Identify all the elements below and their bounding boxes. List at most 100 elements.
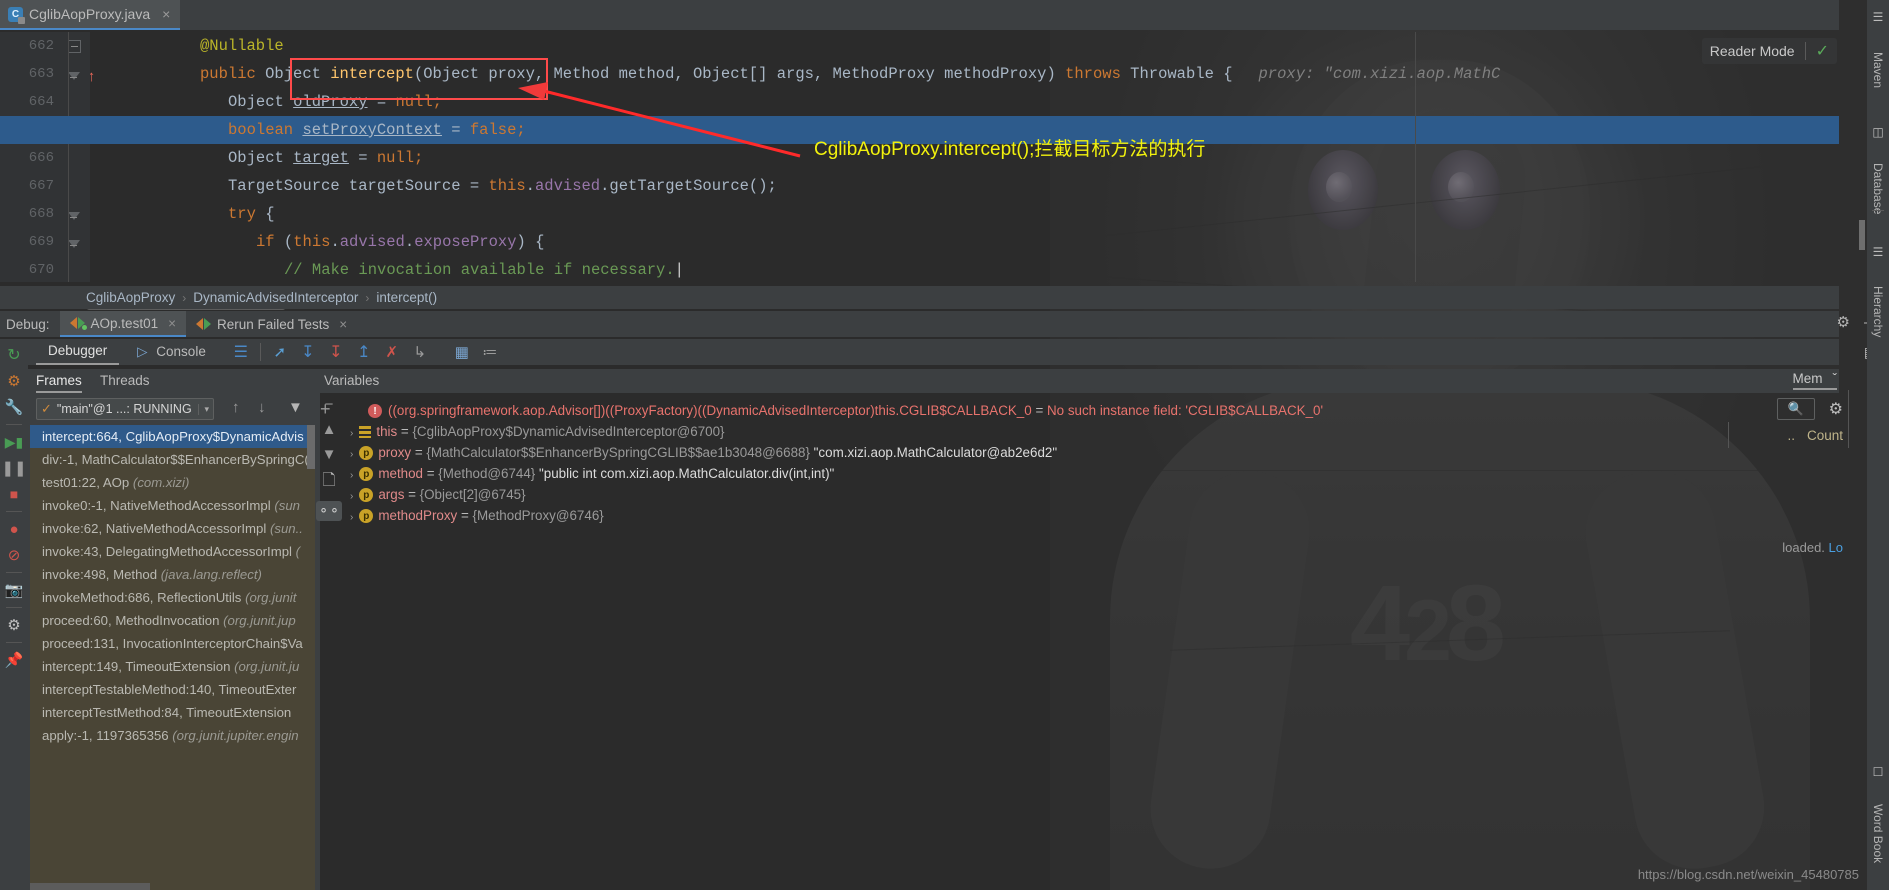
step-into-icon[interactable]: ↧ xyxy=(299,343,317,361)
editor-vertical-scrollbar[interactable] xyxy=(1859,220,1865,250)
chevron-down-icon[interactable]: ▾ xyxy=(198,403,209,415)
wordbook-icon[interactable]: ☐ xyxy=(1867,760,1889,784)
chevron-right-icon[interactable]: › xyxy=(350,449,353,460)
editor-tab-cglibaopproxy[interactable]: C CglibAopProxy.java × xyxy=(0,0,181,30)
rerun-button[interactable]: ↻ xyxy=(3,343,25,367)
scroll-up-button[interactable]: ▲ xyxy=(322,421,337,438)
breadcrumb-item-class[interactable]: CglibAopProxy xyxy=(86,290,175,305)
frames-list[interactable]: intercept:664, CglibAopProxy$DynamicAdvi… xyxy=(30,425,315,890)
gear-icon[interactable]: ⚙ xyxy=(1837,313,1850,331)
frame-list-item[interactable]: invoke:498, Method (java.lang.reflect) xyxy=(30,563,315,586)
force-step-into-icon[interactable]: ↧ xyxy=(327,343,345,361)
frame-list-item[interactable]: invoke:43, DelegatingMethodAccessorImpl … xyxy=(30,540,315,563)
drop-frame-icon[interactable]: ✗ xyxy=(383,343,401,361)
frame-list-item[interactable]: apply:-1, 1197365356 (org.junit.jupiter.… xyxy=(30,724,315,747)
variable-row-this[interactable]: › this = {CglibAopProxy$DynamicAdvisedInt… xyxy=(350,421,725,442)
fold-try-icon[interactable] xyxy=(68,212,81,225)
fold-if-icon[interactable] xyxy=(68,240,81,253)
chevron-right-icon[interactable]: › xyxy=(350,470,353,481)
breadcrumb[interactable]: CglibAopProxy › DynamicAdvisedIntercepto… xyxy=(0,286,1839,309)
column-count[interactable]: Count xyxy=(1807,428,1843,443)
tool-button-hierarchy[interactable]: Hierarchy xyxy=(1867,264,1889,360)
breadcrumb-item-inner-class[interactable]: DynamicAdvisedInterceptor xyxy=(193,290,358,305)
frame-list-item[interactable]: invoke:62, NativeMethodAccessorImpl (sun… xyxy=(30,517,315,540)
settings-gear-button[interactable]: ⚙ xyxy=(3,613,25,637)
hierarchy-icon[interactable]: ☰ xyxy=(1867,240,1889,264)
remove-button[interactable]: − xyxy=(325,396,334,413)
mute-breakpoints-icon[interactable]: ≔ xyxy=(481,343,499,361)
debug-session-tab-rerun-failed[interactable]: Rerun Failed Tests × xyxy=(186,311,357,337)
tab-frames[interactable]: Frames xyxy=(36,369,82,393)
tool-button-word-book[interactable]: Word Book xyxy=(1867,784,1889,884)
variable-row-methodproxy[interactable]: › p methodProxy = {MethodProxy@6746} xyxy=(350,505,604,526)
thread-selector[interactable]: ✓ "main"@1 ...: RUNNING ▾ xyxy=(36,398,214,420)
code-folding-column[interactable] xyxy=(62,32,90,282)
pause-program-button[interactable]: ❚❚ xyxy=(1,456,26,480)
variable-error-row[interactable]: ! ((org.springframework.aop.Advisor[])((P… xyxy=(368,400,1323,421)
tab-threads[interactable]: Threads xyxy=(100,369,150,393)
frame-list-item[interactable]: intercept:149, TimeoutExtension (org.jun… xyxy=(30,655,315,678)
step-over-icon[interactable]: ➚ xyxy=(271,343,289,361)
evaluate-expression-icon[interactable]: ▦ xyxy=(453,343,471,361)
load-classes-link[interactable]: Lo xyxy=(1829,540,1843,555)
breadcrumb-item-method[interactable]: intercept() xyxy=(376,290,437,305)
mute-breakpoints-button[interactable]: ⊘ xyxy=(3,543,25,567)
check-icon[interactable]: ✓ xyxy=(1816,41,1829,61)
keyword-if: if xyxy=(256,233,275,251)
settings-wrench-button[interactable]: 🔧 xyxy=(3,395,25,419)
frame-list-item[interactable]: proceed:60, MethodInvocation (org.junit.… xyxy=(30,609,315,632)
chevron-down-icon[interactable]: ˇ xyxy=(1833,371,1838,386)
frame-list-item[interactable]: invoke0:-1, NativeMethodAccessorImpl (su… xyxy=(30,494,315,517)
frame-list-item[interactable]: invokeMethod:686, ReflectionUtils (org.j… xyxy=(30,586,315,609)
frame-list-item[interactable]: intercept:664, CglibAopProxy$DynamicAdvi… xyxy=(30,425,315,448)
frames-side-toolbar: − ▲ ▼ 🗋 ⚬⚬ xyxy=(316,396,342,596)
database-icon[interactable]: ◫ xyxy=(1867,120,1889,144)
close-icon[interactable]: × xyxy=(339,317,347,332)
chevron-right-icon[interactable]: › xyxy=(350,512,353,523)
frames-vertical-scrollbar[interactable] xyxy=(307,425,315,469)
tool-button-database[interactable]: Database xyxy=(1867,144,1889,234)
close-icon[interactable]: × xyxy=(162,6,170,22)
variables-panel[interactable]: ! ((org.springframework.aop.Advisor[])((P… xyxy=(340,393,1839,890)
tab-memory[interactable]: Mem ˇ xyxy=(1792,371,1838,390)
tool-button-maven[interactable]: Maven xyxy=(1867,30,1889,110)
stop-button[interactable]: ■ xyxy=(3,482,25,506)
view-breakpoints-button[interactable]: ● xyxy=(3,517,25,541)
tab-console[interactable]: ▷ Console xyxy=(121,339,218,365)
reader-mode-toggle[interactable]: Reader Mode ✓ xyxy=(1701,38,1837,64)
frame-list-item[interactable]: interceptTestableMethod:140, TimeoutExte… xyxy=(30,678,315,701)
variable-row-proxy[interactable]: › p proxy = {MathCalculator$$EnhancerBySpr… xyxy=(350,442,1057,463)
move-down-button[interactable]: ↓ xyxy=(258,399,266,416)
frame-list-item[interactable]: div:-1, MathCalculator$$EnhancerBySpring… xyxy=(30,448,315,471)
layout-settings-icon[interactable]: ☰ xyxy=(232,343,250,361)
check-icon: ✓ xyxy=(41,401,52,416)
watch-glasses-icon[interactable]: ⚬⚬ xyxy=(316,501,342,521)
debug-session-tab-aop-test01[interactable]: AOp.test01 × xyxy=(59,311,186,337)
chevron-right-icon[interactable]: › xyxy=(350,428,353,439)
frames-horizontal-scrollbar[interactable] xyxy=(30,883,150,890)
copy-stack-button[interactable]: 🗋 xyxy=(318,471,340,493)
rerun-debug-button[interactable]: ⚙ xyxy=(3,369,25,393)
variable-row-args[interactable]: › p args = {Object[2]@6745} xyxy=(350,484,526,505)
close-icon[interactable]: × xyxy=(168,316,176,331)
tab-debugger[interactable]: Debugger xyxy=(36,339,120,365)
variable-row-method[interactable]: › p method = {Method@6744} "public int com… xyxy=(350,463,834,484)
fold-region-icon[interactable] xyxy=(68,72,81,85)
divider xyxy=(1848,390,1849,448)
maven-icon[interactable]: ☰ xyxy=(1867,4,1889,30)
filter-button[interactable]: ▼ xyxy=(288,399,303,416)
frame-list-item[interactable]: proceed:131, InvocationInterceptorChain$… xyxy=(30,632,315,655)
pin-tab-button[interactable]: 📌 xyxy=(3,648,25,672)
fold-collapse-icon[interactable] xyxy=(68,40,81,53)
chevron-right-icon[interactable]: › xyxy=(350,491,353,502)
search-input[interactable]: 🔍 xyxy=(1777,398,1815,420)
gear-icon[interactable]: ⚙ xyxy=(1829,399,1843,419)
step-out-icon[interactable]: ↥ xyxy=(355,343,373,361)
scroll-down-button[interactable]: ▼ xyxy=(322,446,337,463)
run-to-cursor-icon[interactable]: ↳ xyxy=(411,343,429,361)
move-up-button[interactable]: ↑ xyxy=(232,399,240,416)
screenshot-button[interactable]: 📷 xyxy=(3,578,25,602)
frame-list-item[interactable]: interceptTestMethod:84, TimeoutExtension xyxy=(30,701,315,724)
frame-list-item[interactable]: test01:22, AOp (com.xizi) xyxy=(30,471,315,494)
resume-program-button[interactable]: ▶▮ xyxy=(3,430,25,454)
